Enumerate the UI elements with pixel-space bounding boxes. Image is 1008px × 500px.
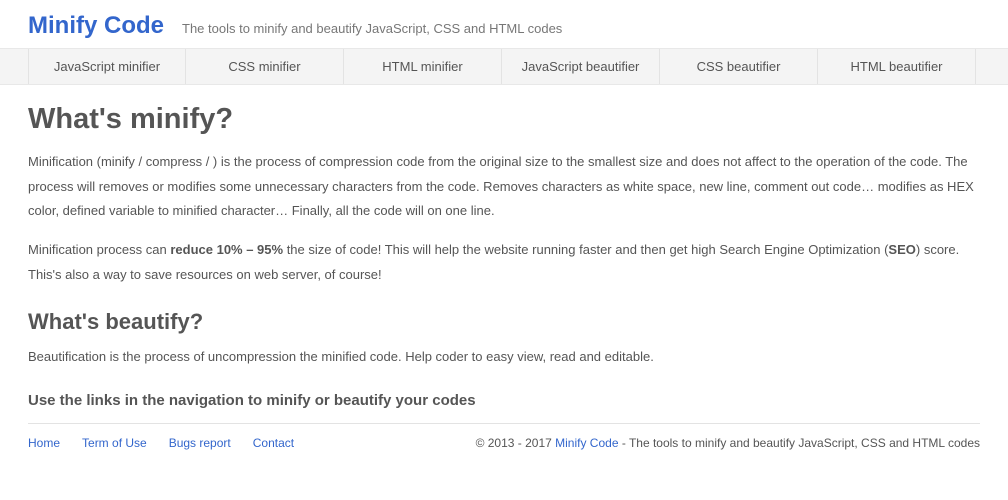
main-nav: JavaScript minifier CSS minifier HTML mi…	[0, 48, 1008, 85]
footer-brand-link[interactable]: Minify Code	[555, 436, 618, 450]
text-fragment: Minification process can	[28, 242, 170, 257]
nav-item-html-minifier[interactable]: HTML minifier	[344, 49, 502, 84]
site-title-link[interactable]: Minify Code	[28, 12, 164, 40]
footer-link-home[interactable]: Home	[28, 436, 60, 450]
nav-item-css-beautifier[interactable]: CSS beautifier	[660, 49, 818, 84]
footer-link-bugs[interactable]: Bugs report	[169, 436, 231, 450]
text-fragment: the size of code! This will help the web…	[283, 242, 888, 257]
paragraph-beautify-desc: Beautification is the process of uncompr…	[28, 345, 980, 370]
paragraph-minify-desc: Minification (minify / compress / ) is t…	[28, 150, 980, 224]
strong-seo: SEO	[888, 242, 915, 257]
footer-link-contact[interactable]: Contact	[253, 436, 294, 450]
tagline: The tools to minify and beautify JavaScr…	[182, 21, 562, 36]
nav-item-js-minifier[interactable]: JavaScript minifier	[28, 49, 186, 84]
footer-links: Home Term of Use Bugs report Contact	[28, 436, 294, 450]
paragraph-minify-stats: Minification process can reduce 10% – 95…	[28, 238, 980, 287]
footer-copyright: © 2013 - 2017 Minify Code - The tools to…	[476, 436, 980, 450]
nav-item-html-beautifier[interactable]: HTML beautifier	[818, 49, 976, 84]
footer-link-terms[interactable]: Term of Use	[82, 436, 147, 450]
strong-reduce: reduce 10% – 95%	[170, 242, 283, 257]
heading-cta: Use the links in the navigation to minif…	[28, 392, 980, 409]
heading-beautify: What's beautify?	[28, 309, 980, 335]
header: Minify Code The tools to minify and beau…	[0, 0, 1008, 48]
copyright-suffix: - The tools to minify and beautify JavaS…	[619, 436, 981, 450]
main-content: What's minify? Minification (minify / co…	[0, 85, 1008, 409]
nav-item-js-beautifier[interactable]: JavaScript beautifier	[502, 49, 660, 84]
heading-minify: What's minify?	[28, 103, 980, 136]
copyright-text: © 2013 - 2017	[476, 436, 556, 450]
footer: Home Term of Use Bugs report Contact © 2…	[28, 423, 980, 470]
nav-item-css-minifier[interactable]: CSS minifier	[186, 49, 344, 84]
